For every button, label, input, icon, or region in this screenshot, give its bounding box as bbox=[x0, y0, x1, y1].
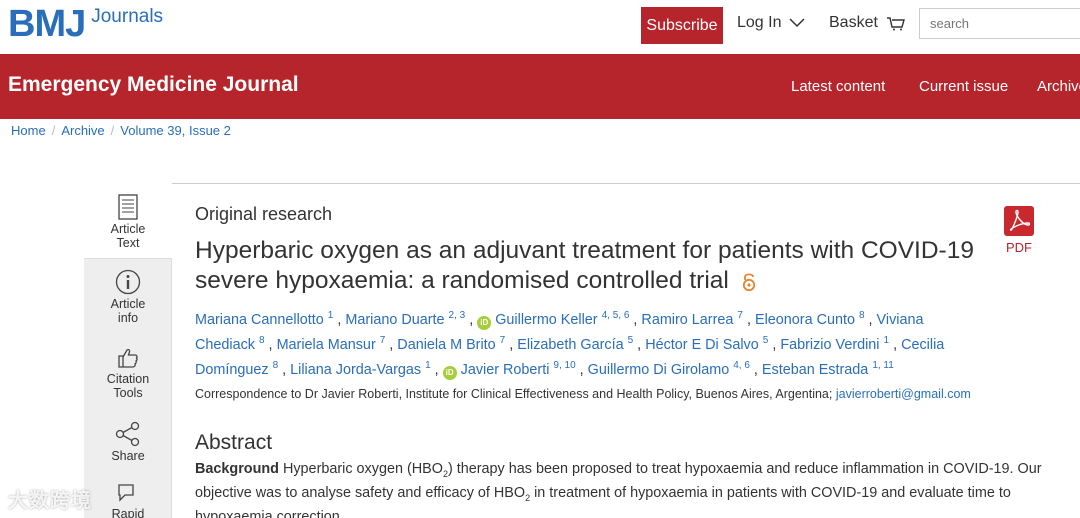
sidebar-item-article-text[interactable]: Article Text bbox=[84, 183, 172, 259]
abstract-text: Hyperbaric oxygen (HBO bbox=[282, 461, 443, 477]
orcid-icon[interactable]: iD bbox=[477, 316, 492, 330]
nav-archive[interactable]: Archive bbox=[1037, 78, 1080, 95]
author-list: Mariana Cannellotto 1 , Mariano Duarte 2… bbox=[195, 310, 945, 380]
author-name[interactable]: Héctor E Di Salvo bbox=[645, 337, 759, 353]
watermark: 大数跨境 bbox=[8, 490, 92, 512]
author-affiliation[interactable]: 5 bbox=[628, 335, 634, 346]
sidebar-label: Text bbox=[116, 236, 140, 250]
article-type: Original research bbox=[195, 204, 333, 224]
author-affiliation[interactable]: 4, 6 bbox=[733, 360, 750, 371]
pdf-label: PDF bbox=[1006, 240, 1032, 255]
author-name[interactable]: Ramiro Larrea bbox=[641, 312, 733, 328]
author-name[interactable]: Liliana Jorda-Vargas bbox=[290, 362, 421, 378]
correspondence: Correspondence to Dr Javier Roberti, Ins… bbox=[195, 387, 971, 401]
subscribe-button[interactable]: Subscribe bbox=[641, 7, 723, 44]
abstract-body: Background Hyperbaric oxygen (HBO2) ther… bbox=[195, 457, 1055, 518]
sidebar-label: Article bbox=[110, 222, 146, 236]
correspondence-text: Correspondence to Dr Javier Roberti, Ins… bbox=[195, 387, 833, 401]
author-affiliation[interactable]: 4, 5, 6 bbox=[602, 310, 630, 321]
sidebar-label: Share bbox=[111, 449, 145, 463]
share-icon bbox=[115, 421, 140, 447]
thumbs-up-icon bbox=[118, 348, 138, 368]
abstract-background-label: Background bbox=[195, 461, 279, 477]
bmj-journals-logo[interactable]: BMJ Journals bbox=[8, 2, 163, 46]
author-affiliation[interactable]: 8 bbox=[273, 360, 279, 371]
pdf-icon bbox=[1004, 206, 1034, 236]
author-affiliation[interactable]: 1 bbox=[425, 360, 431, 371]
nav-latest-content[interactable]: Latest content bbox=[791, 78, 885, 95]
author-name[interactable]: Mariano Duarte bbox=[345, 312, 444, 328]
correspondence-email[interactable]: javierroberti@gmail.com bbox=[836, 387, 971, 401]
rapid-icon bbox=[118, 484, 134, 502]
author-name[interactable]: Fabrizio Verdini bbox=[780, 337, 879, 353]
author-affiliation[interactable]: 5 bbox=[763, 335, 769, 346]
author-affiliation[interactable]: 7 bbox=[500, 335, 506, 346]
author-affiliation[interactable]: 7 bbox=[737, 310, 743, 321]
author-name[interactable]: Daniela M Brito bbox=[397, 337, 495, 353]
pdf-download[interactable]: PDF bbox=[1000, 205, 1038, 255]
sidebar-label: Article bbox=[110, 297, 146, 311]
sidebar-label: Tools bbox=[113, 386, 143, 400]
sidebar-item-rapid[interactable]: Rapid bbox=[84, 481, 172, 518]
chevron-down-icon bbox=[789, 18, 806, 28]
author-name[interactable]: Mariana Cannellotto bbox=[195, 312, 324, 328]
open-access-icon bbox=[742, 273, 755, 291]
nav-current-issue[interactable]: Current issue bbox=[919, 78, 1008, 95]
article-title: Hyperbaric oxygen as an adjuvant treatme… bbox=[195, 236, 985, 296]
logo-sub: Journals bbox=[91, 6, 164, 27]
breadcrumb: Home / Archive / Volume 39, Issue 2 bbox=[11, 123, 231, 138]
sidebar-item-citation-tools[interactable]: Citation Tools bbox=[84, 346, 172, 400]
sidebar-label: Citation bbox=[106, 372, 150, 386]
basket-icon bbox=[886, 17, 905, 31]
basket-label: Basket bbox=[829, 14, 878, 31]
author-name[interactable]: Guillermo Di Girolamo bbox=[588, 362, 730, 378]
author-affiliation[interactable]: 8 bbox=[259, 335, 265, 346]
sidebar-item-share[interactable]: Share bbox=[84, 421, 172, 463]
info-icon bbox=[115, 269, 141, 295]
author-affiliation[interactable]: 9, 10 bbox=[553, 360, 575, 371]
breadcrumb-separator: / bbox=[51, 123, 56, 138]
author-affiliation[interactable]: 8 bbox=[859, 310, 865, 321]
search-input[interactable] bbox=[919, 8, 1080, 39]
author-name[interactable]: Guillermo Keller bbox=[495, 312, 597, 328]
breadcrumb-issue[interactable]: Volume 39, Issue 2 bbox=[120, 123, 231, 138]
author-name[interactable]: Esteban Estrada bbox=[762, 362, 868, 378]
sidebar-label: Rapid bbox=[111, 507, 145, 518]
sidebar-item-article-info[interactable]: Article info bbox=[84, 269, 172, 325]
abstract-heading: Abstract bbox=[195, 431, 273, 454]
top-header: BMJ Journals Subscribe Log In Basket bbox=[0, 0, 1080, 54]
logo-main: BMJ bbox=[8, 3, 86, 45]
author-affiliation[interactable]: 1 bbox=[328, 310, 334, 321]
author-name[interactable]: Mariela Mansur bbox=[277, 337, 376, 353]
author-affiliation[interactable]: 1 bbox=[884, 335, 890, 346]
journal-title[interactable]: Emergency Medicine Journal bbox=[8, 73, 299, 97]
author-name[interactable]: Eleonora Cunto bbox=[755, 312, 855, 328]
author-name[interactable]: Elizabeth García bbox=[517, 337, 623, 353]
sidebar-label: info bbox=[117, 311, 139, 325]
article-sidebar: Article Text Article info Citation Tools… bbox=[84, 183, 172, 518]
basket-link[interactable]: Basket bbox=[829, 14, 906, 32]
document-icon bbox=[118, 194, 138, 220]
login-label: Log In bbox=[737, 14, 782, 31]
breadcrumb-home[interactable]: Home bbox=[11, 123, 46, 138]
login-menu[interactable]: Log In bbox=[737, 14, 806, 32]
orcid-icon[interactable]: iD bbox=[442, 366, 457, 380]
article-title-text: Hyperbaric oxygen as an adjuvant treatme… bbox=[195, 237, 974, 294]
breadcrumb-separator: / bbox=[110, 123, 115, 138]
author-affiliation[interactable]: 2, 3 bbox=[449, 310, 466, 321]
author-name[interactable]: Javier Roberti bbox=[461, 362, 550, 378]
author-affiliation[interactable]: 7 bbox=[380, 335, 386, 346]
author-affiliation[interactable]: 1, 11 bbox=[872, 360, 894, 371]
breadcrumb-archive[interactable]: Archive bbox=[61, 123, 104, 138]
journal-banner: Emergency Medicine Journal Latest conten… bbox=[0, 54, 1080, 119]
